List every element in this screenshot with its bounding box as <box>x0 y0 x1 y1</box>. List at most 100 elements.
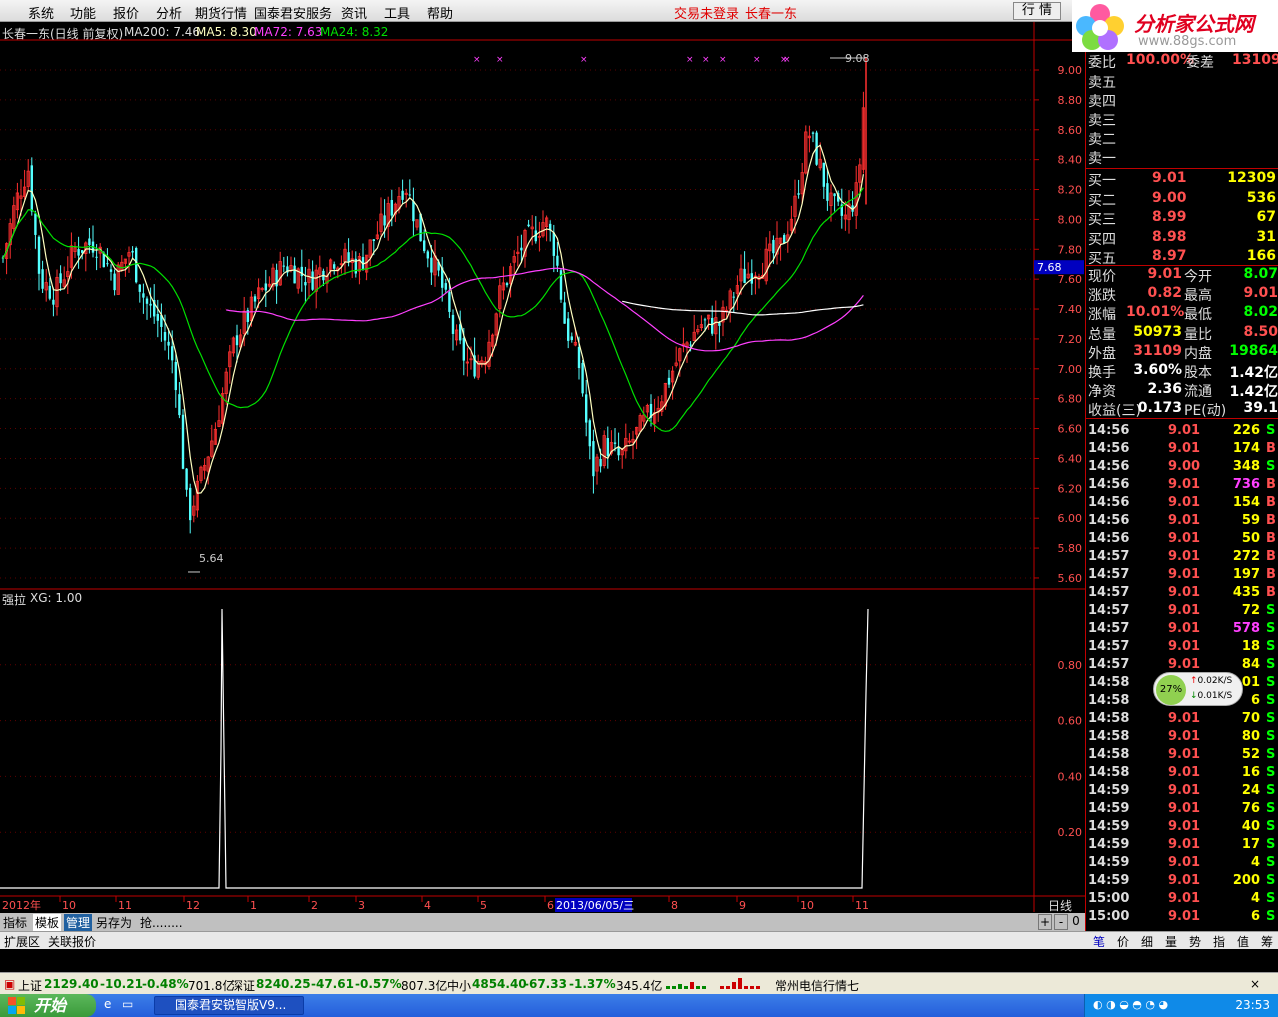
candle-body-down <box>138 284 141 292</box>
tick-volume: 435 <box>1232 585 1260 600</box>
tab-more[interactable]: 抢........ <box>140 914 183 931</box>
candle-body-down <box>52 299 55 305</box>
tab-manage[interactable]: 管理 <box>64 914 93 931</box>
tab-indicator[interactable]: 指标 <box>3 914 27 931</box>
period-label[interactable]: 日线 <box>1048 897 1072 914</box>
tick-time: 14:59 <box>1088 801 1130 816</box>
status-bar: ▣ 上证 2129.40 -10.21 -0.48% 701.8亿 深证 824… <box>0 972 1278 994</box>
sell-level-label: 卖二 <box>1088 132 1116 148</box>
menu-tools[interactable]: 工具 <box>384 3 410 22</box>
ma24-label: MA24: 8.32 <box>320 25 389 39</box>
menu-futures[interactable]: 期货行情 <box>195 3 247 22</box>
tray-icons[interactable]: ◐ ◑ ◒ ◓ ◔ ◕ <box>1093 998 1168 1011</box>
tick-row: 14:56 9.01 226 S <box>1088 423 1278 441</box>
tick-tab-3[interactable]: 量 <box>1165 933 1177 950</box>
tick-tab-7[interactable]: 筹 <box>1261 933 1273 950</box>
menu-system[interactable]: 系统 <box>28 3 54 22</box>
tab-related-quote[interactable]: 关联报价 <box>48 933 96 950</box>
tick-volume: 17 <box>1241 837 1260 852</box>
zoom-out-button[interactable]: - <box>1054 914 1068 930</box>
buy-level-price: 8.99 <box>1152 209 1187 225</box>
tick-side: B <box>1266 477 1276 492</box>
stat-value: 8.50 <box>1243 323 1278 340</box>
tick-price: 9.01 <box>1168 837 1201 852</box>
sell-level-label: 卖四 <box>1088 94 1116 110</box>
kline-chart[interactable]: 9.00 8.80 8.60 8.40 8.20 8.00 7.80 7.60 7.40 7.20… <box>0 22 1085 912</box>
signal-mark: × <box>702 55 710 65</box>
candle-body-down <box>293 265 296 284</box>
sz-pct: -0.57% <box>355 977 402 991</box>
quicklaunch-desktop-icon[interactable]: ▭ <box>122 997 133 1011</box>
menu-help[interactable]: 帮助 <box>427 3 453 22</box>
menu-analysis[interactable]: 分析 <box>156 3 182 22</box>
tick-time: 14:56 <box>1088 441 1130 456</box>
signal-mark: × <box>473 55 481 65</box>
quote-button[interactable]: 行 情 <box>1013 2 1061 20</box>
tick-side: S <box>1266 711 1276 726</box>
tick-tab-1[interactable]: 价 <box>1117 933 1129 950</box>
tick-time: 14:57 <box>1088 639 1130 654</box>
server-name[interactable]: 常州电信行情七 <box>775 977 859 994</box>
candle-body-down <box>174 361 177 391</box>
tick-time: 14:56 <box>1088 495 1130 510</box>
tick-volume: 18 <box>1241 639 1260 654</box>
buy-level-volume: 12309 <box>1227 170 1276 186</box>
signal-mark: × <box>496 55 504 65</box>
taskbar-app-item[interactable]: 国泰君安锐智版V9... <box>154 996 304 1015</box>
login-status[interactable]: 交易未登录 <box>674 3 739 22</box>
tab-extension[interactable]: 扩展区 <box>4 933 40 950</box>
candle-body-down <box>408 194 411 196</box>
candle-body-down <box>109 269 113 272</box>
sh-value: 2129.40 <box>44 977 99 991</box>
quicklaunch-ie-icon[interactable]: e <box>104 997 111 1011</box>
menu-gtja-service[interactable]: 国泰君安服务 <box>254 3 332 22</box>
tick-side: S <box>1266 891 1276 906</box>
buy-level-volume: 166 <box>1246 248 1276 264</box>
tick-row: 14:57 9.01 72 S <box>1088 603 1278 621</box>
tick-tab-4[interactable]: 势 <box>1189 933 1201 950</box>
tick-tab-0[interactable]: 笔 <box>1093 933 1105 950</box>
tick-side: S <box>1266 459 1276 474</box>
tick-tab-2[interactable]: 细 <box>1141 933 1153 950</box>
menu-quote[interactable]: 报价 <box>113 3 139 22</box>
candle-body-down <box>41 269 44 289</box>
tab-template[interactable]: 模板 <box>33 914 62 931</box>
tick-row: 14:56 9.01 59 B <box>1088 513 1278 531</box>
tick-time: 14:56 <box>1088 423 1130 438</box>
x-tick-label: 10 <box>800 899 814 912</box>
stat-label: 最低 <box>1184 307 1212 324</box>
alert-icon[interactable]: ▣ <box>4 977 15 991</box>
weidiff-value: 13109 <box>1232 52 1278 68</box>
tick-time: 14:56 <box>1088 513 1130 528</box>
tick-tab-5[interactable]: 指 <box>1213 933 1225 950</box>
tab-save-as[interactable]: 另存为 <box>96 914 132 931</box>
net-speed-widget[interactable]: 27% ↑0.02K/S ↓0.01K/S <box>1153 672 1243 706</box>
tick-tab-6[interactable]: 值 <box>1237 933 1249 950</box>
tick-time: 14:57 <box>1088 603 1130 618</box>
zoom-in-button[interactable]: + <box>1038 914 1052 930</box>
status-close-icon[interactable]: × <box>1250 977 1260 991</box>
tick-side: S <box>1266 837 1276 852</box>
menu-news[interactable]: 资讯 <box>341 3 367 22</box>
zx-value: 4854.40 <box>472 977 527 991</box>
tick-side: S <box>1266 621 1276 636</box>
weibi-label: 委比 <box>1088 55 1116 71</box>
candle-body-down <box>113 273 116 291</box>
tick-time: 14:58 <box>1088 765 1130 780</box>
tick-volume: 52 <box>1241 747 1260 762</box>
candle-body-down <box>171 346 174 361</box>
candle-body-down <box>347 252 350 262</box>
reset-button[interactable]: 0 <box>1070 914 1082 928</box>
upload-speed: ↑0.02K/S <box>1190 676 1233 686</box>
tick-volume: 76 <box>1241 801 1260 816</box>
tick-time: 14:59 <box>1088 855 1130 870</box>
tick-volume: 4 <box>1250 855 1260 870</box>
tick-time: 14:58 <box>1088 729 1130 744</box>
sh-amount: 701.8亿 <box>188 979 235 993</box>
tick-time: 14:59 <box>1088 837 1130 852</box>
tick-side: B <box>1266 441 1276 456</box>
stat-value: 3.60% <box>1133 362 1182 378</box>
sell-level-label: 卖三 <box>1088 113 1116 129</box>
tick-side: S <box>1266 603 1276 618</box>
menu-function[interactable]: 功能 <box>70 3 96 22</box>
